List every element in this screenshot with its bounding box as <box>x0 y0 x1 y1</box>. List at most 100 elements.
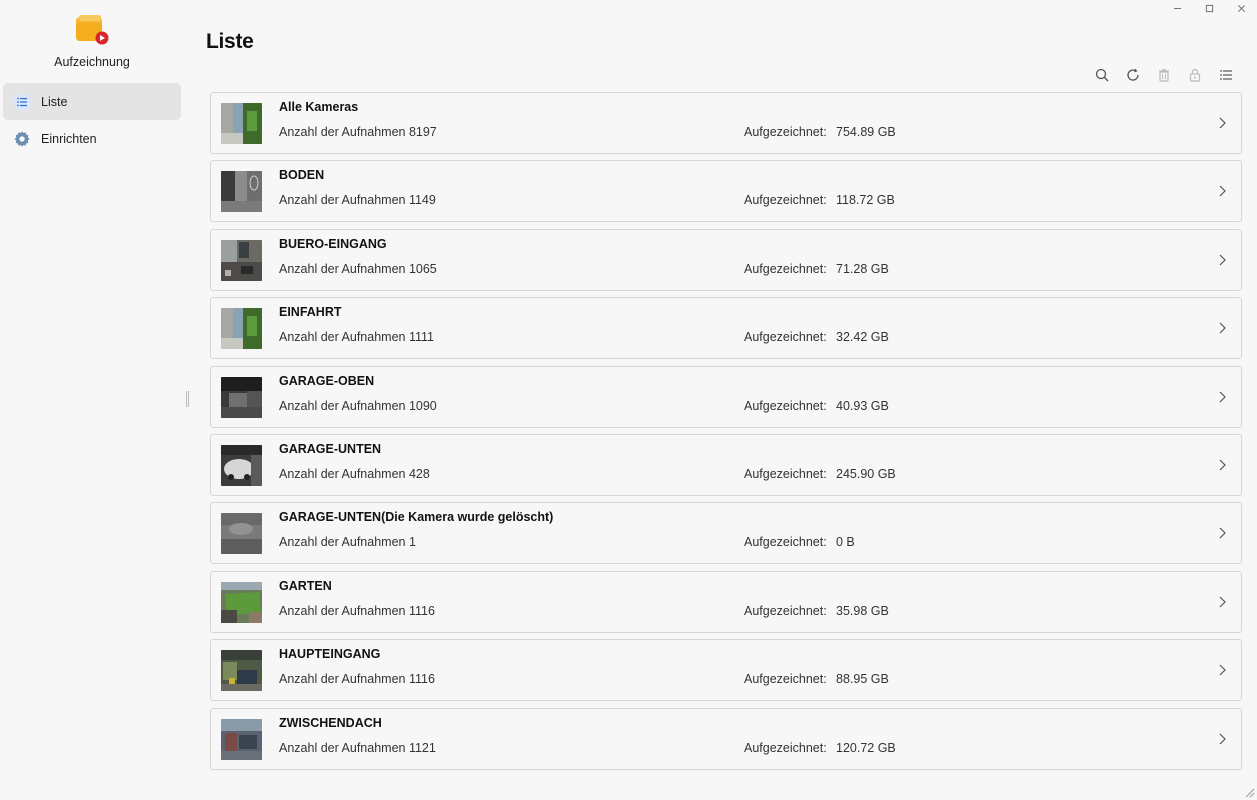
sidebar-item-label: Einrichten <box>41 131 97 146</box>
recorded-label: Aufgezeichnet: <box>744 672 827 687</box>
camera-name: Alle Kameras <box>279 100 359 114</box>
camera-thumbnail <box>221 103 262 144</box>
recorded-size: 40.93 GB <box>836 398 889 413</box>
chevron-right-icon <box>1219 664 1226 676</box>
lock-icon <box>1189 68 1200 82</box>
recorded-label: Aufgezeichnet: <box>744 193 827 208</box>
lock-button[interactable] <box>1179 66 1210 84</box>
camera-thumbnail <box>221 376 262 418</box>
minimize-icon <box>1173 7 1181 9</box>
chevron-right-icon <box>1219 391 1226 402</box>
recording-count: Anzahl der Aufnahmen 1121 <box>279 740 436 755</box>
recorded-size: 245.90 GB <box>836 466 896 481</box>
camera-row[interactable]: BUERO-EINGANG Anzahl der Aufnahmen 1065 … <box>210 228 1242 291</box>
app-title: Aufzeichnung <box>54 55 130 69</box>
close-icon <box>1237 4 1245 12</box>
chevron-right-icon <box>1219 322 1226 334</box>
toolbar <box>1086 66 1241 84</box>
camera-name: EINFAHRT <box>279 305 342 320</box>
menu-button[interactable] <box>1210 66 1241 84</box>
chevron-right-icon <box>1219 254 1226 266</box>
camera-thumbnail <box>221 308 262 350</box>
camera-row[interactable]: EINFAHRT Anzahl der Aufnahmen 1111 Aufge… <box>210 297 1242 360</box>
recording-count: Anzahl der Aufnahmen 1149 <box>279 193 436 208</box>
page-title: Liste <box>206 30 254 53</box>
resize-grip-icon[interactable] <box>1243 786 1255 798</box>
recorded-size: 88.95 GB <box>836 672 889 687</box>
sidebar-item-label: Liste <box>41 94 68 109</box>
window-controls <box>1161 0 1257 16</box>
camera-name: GARAGE-UNTEN(Die Kamera wurde gelöscht) <box>279 510 554 525</box>
recorded-size: 0 B <box>836 535 855 550</box>
recording-count: Anzahl der Aufnahmen 1116 <box>279 603 435 618</box>
chevron-right-icon <box>1219 185 1226 197</box>
recording-count: Anzahl der Aufnahmen 1090 <box>279 398 437 413</box>
camera-row[interactable]: ZWISCHENDACH Anzahl der Aufnahmen 1121 A… <box>210 707 1242 770</box>
recording-count: Anzahl der Aufnahmen 1065 <box>279 261 437 276</box>
chevron-right-icon <box>1219 459 1226 471</box>
search-button[interactable] <box>1086 66 1117 84</box>
recorded-label: Aufgezeichnet: <box>744 330 827 345</box>
recorded-size: 118.72 GB <box>836 193 895 208</box>
camera-thumbnail <box>221 444 262 486</box>
recording-count: Anzahl der Aufnahmen 1111 <box>279 330 434 345</box>
sidebar-item-liste[interactable]: Liste <box>3 83 181 120</box>
chevron-right-icon <box>1219 527 1226 539</box>
camera-row[interactable]: HAUPTEINGANG Anzahl der Aufnahmen 1116 A… <box>210 639 1242 702</box>
camera-name: ZWISCHENDACH <box>279 715 382 730</box>
camera-thumbnail <box>221 650 262 692</box>
camera-name: BUERO-EINGANG <box>279 236 387 251</box>
camera-name: BODEN <box>279 168 325 183</box>
sidebar-resize-handle[interactable] <box>186 391 189 407</box>
maximize-icon <box>1205 4 1213 12</box>
camera-row[interactable]: Alle Kameras Anzahl der Aufnahmen 8197 A… <box>210 92 1242 154</box>
recording-count: Anzahl der Aufnahmen 1 <box>279 535 416 550</box>
recorded-label: Aufgezeichnet: <box>744 740 827 755</box>
camera-row[interactable]: GARAGE-UNTEN(Die Kamera wurde gelöscht) … <box>210 502 1242 565</box>
minimize-button[interactable] <box>1161 0 1193 16</box>
camera-name: GARAGE-UNTEN <box>279 441 382 456</box>
recording-count: Anzahl der Aufnahmen 1116 <box>279 672 435 687</box>
delete-button[interactable] <box>1148 66 1179 84</box>
camera-name: GARAGE-OBEN <box>279 373 375 388</box>
recorded-label: Aufgezeichnet: <box>744 125 827 139</box>
camera-row[interactable]: GARAGE-UNTEN Anzahl der Aufnahmen 428 Au… <box>210 433 1242 496</box>
chevron-right-icon <box>1219 733 1226 744</box>
camera-row[interactable]: GARTEN Anzahl der Aufnahmen 1116 Aufgeze… <box>210 570 1242 633</box>
camera-name: HAUPTEINGANG <box>279 647 381 662</box>
recorded-label: Aufgezeichnet: <box>744 466 827 481</box>
recorded-label: Aufgezeichnet: <box>744 603 827 618</box>
chevron-right-icon <box>1219 117 1226 129</box>
menu-icon <box>1219 70 1232 80</box>
sidebar-item-einrichten[interactable]: Einrichten <box>3 120 181 157</box>
close-button[interactable] <box>1225 0 1257 16</box>
recorded-size: 120.72 GB <box>836 740 896 755</box>
camera-row[interactable]: BODEN Anzahl der Aufnahmen 1149 Aufgezei… <box>210 160 1242 223</box>
maximize-button[interactable] <box>1193 0 1225 16</box>
camera-list: Alle Kameras Anzahl der Aufnahmen 8197 A… <box>210 92 1242 776</box>
app-logo-icon <box>76 15 109 45</box>
camera-thumbnail <box>221 581 262 623</box>
recorded-size: 754.89 GB <box>836 125 896 139</box>
recorded-label: Aufgezeichnet: <box>744 535 827 550</box>
recorded-size: 71.28 GB <box>836 261 889 276</box>
recorded-label: Aufgezeichnet: <box>744 261 827 276</box>
refresh-button[interactable] <box>1117 66 1148 84</box>
recorded-size: 32.42 GB <box>836 330 889 345</box>
camera-row[interactable]: GARAGE-OBEN Anzahl der Aufnahmen 1090 Au… <box>210 365 1242 428</box>
trash-icon <box>1158 69 1169 82</box>
recording-count: Anzahl der Aufnahmen 8197 <box>279 125 437 139</box>
search-icon <box>1095 68 1108 82</box>
camera-thumbnail <box>221 171 262 213</box>
sidebar: Aufzeichnung Liste Einrichten <box>0 0 184 800</box>
list-icon <box>12 92 32 112</box>
camera-thumbnail <box>221 513 262 555</box>
camera-thumbnail <box>221 718 262 760</box>
refresh-icon <box>1126 68 1139 81</box>
camera-name: GARTEN <box>279 578 332 593</box>
recording-count: Anzahl der Aufnahmen 428 <box>279 466 430 481</box>
camera-thumbnail <box>221 239 262 281</box>
recorded-label: Aufgezeichnet: <box>744 398 827 413</box>
gear-icon <box>12 129 32 149</box>
chevron-right-icon <box>1219 596 1226 608</box>
